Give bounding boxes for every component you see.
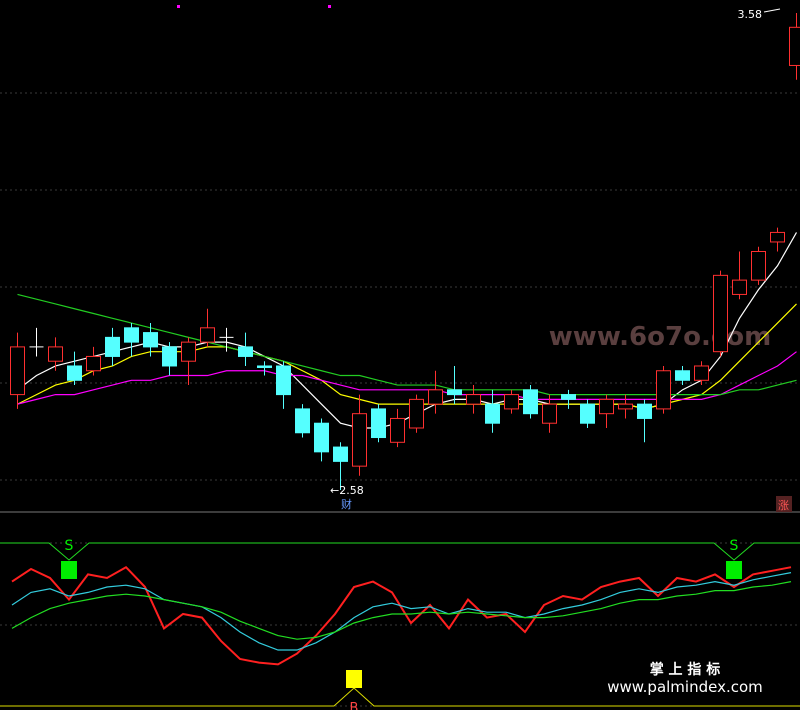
buy-signal-label: B xyxy=(350,701,359,710)
watermark-title: 掌 上 指 标 xyxy=(650,661,721,678)
candle-body[interactable] xyxy=(200,327,215,343)
candle-body[interactable] xyxy=(504,394,519,410)
chart-stage: www.6o7o.com 3.58 ←2.58 财 涨 S S B 掌 上 指 标 www.pal… xyxy=(0,0,800,710)
sell-signal-label: S xyxy=(65,538,74,554)
candle-body[interactable] xyxy=(352,413,367,467)
candle-body[interactable] xyxy=(675,370,690,381)
candle-body[interactable] xyxy=(694,365,709,381)
stock-chart[interactable]: www.6o7o.com 3.58 ←2.58财 涨 S S B 掌 上 指 标www.pal… xyxy=(0,0,800,710)
candle-body[interactable] xyxy=(409,398,424,429)
candle-body[interactable] xyxy=(48,346,63,362)
candle-body[interactable] xyxy=(86,355,101,372)
watermark-text: www.6o7o.com xyxy=(549,322,771,352)
event-label[interactable]: 财 xyxy=(341,497,352,511)
candle-body[interactable] xyxy=(523,389,538,415)
indicator-line xyxy=(11,572,792,651)
candle-body[interactable] xyxy=(599,398,614,415)
candle-body[interactable] xyxy=(295,408,310,434)
candle-body[interactable] xyxy=(485,403,500,424)
marker-dot xyxy=(328,5,331,8)
candle-body[interactable] xyxy=(713,274,728,353)
candle-body[interactable] xyxy=(371,408,386,439)
high-price-pointer xyxy=(763,8,781,13)
high-price-label: 3.58 xyxy=(738,8,763,21)
candle-body[interactable] xyxy=(751,251,766,281)
low-price-label: ←2.58 xyxy=(330,484,364,497)
candle-body[interactable] xyxy=(181,341,196,362)
candle-body[interactable] xyxy=(124,327,139,343)
candle-body[interactable] xyxy=(238,346,253,357)
sell-signal-box[interactable] xyxy=(61,561,77,579)
candle-body[interactable] xyxy=(542,403,557,424)
candle-body[interactable] xyxy=(447,389,462,396)
candle-body[interactable] xyxy=(732,279,747,295)
candle-body[interactable] xyxy=(561,394,576,400)
watermark-site: www.palmindex.com xyxy=(607,678,763,696)
moving-average-line xyxy=(17,303,797,410)
buy-signal-box[interactable] xyxy=(346,670,362,688)
marker-dot xyxy=(177,5,180,8)
indicator-line xyxy=(11,581,792,640)
signal-top-line xyxy=(0,542,800,561)
candle-body[interactable] xyxy=(162,346,177,367)
candle-body[interactable] xyxy=(276,365,291,396)
candle-body[interactable] xyxy=(428,389,443,405)
candle-body[interactable] xyxy=(656,370,671,410)
candle-body[interactable] xyxy=(637,403,652,419)
candle-body[interactable] xyxy=(580,403,595,424)
candle-body[interactable] xyxy=(770,231,785,243)
sell-signal-box[interactable] xyxy=(726,561,742,579)
sell-signal-label: S xyxy=(730,538,739,554)
candle-body[interactable] xyxy=(314,422,329,453)
candle-body[interactable] xyxy=(390,417,405,443)
indicator-line xyxy=(11,565,792,666)
candle-body[interactable] xyxy=(789,26,800,66)
candle-body[interactable] xyxy=(105,336,120,357)
candle-body[interactable] xyxy=(333,446,348,462)
candle-body[interactable] xyxy=(257,365,272,368)
candle-body[interactable] xyxy=(466,394,481,405)
candle-body[interactable] xyxy=(67,365,82,381)
candle-body[interactable] xyxy=(10,346,25,396)
candle-body[interactable] xyxy=(618,403,633,410)
event-badge-label: 涨 xyxy=(778,499,789,512)
candle-body[interactable] xyxy=(143,332,158,348)
